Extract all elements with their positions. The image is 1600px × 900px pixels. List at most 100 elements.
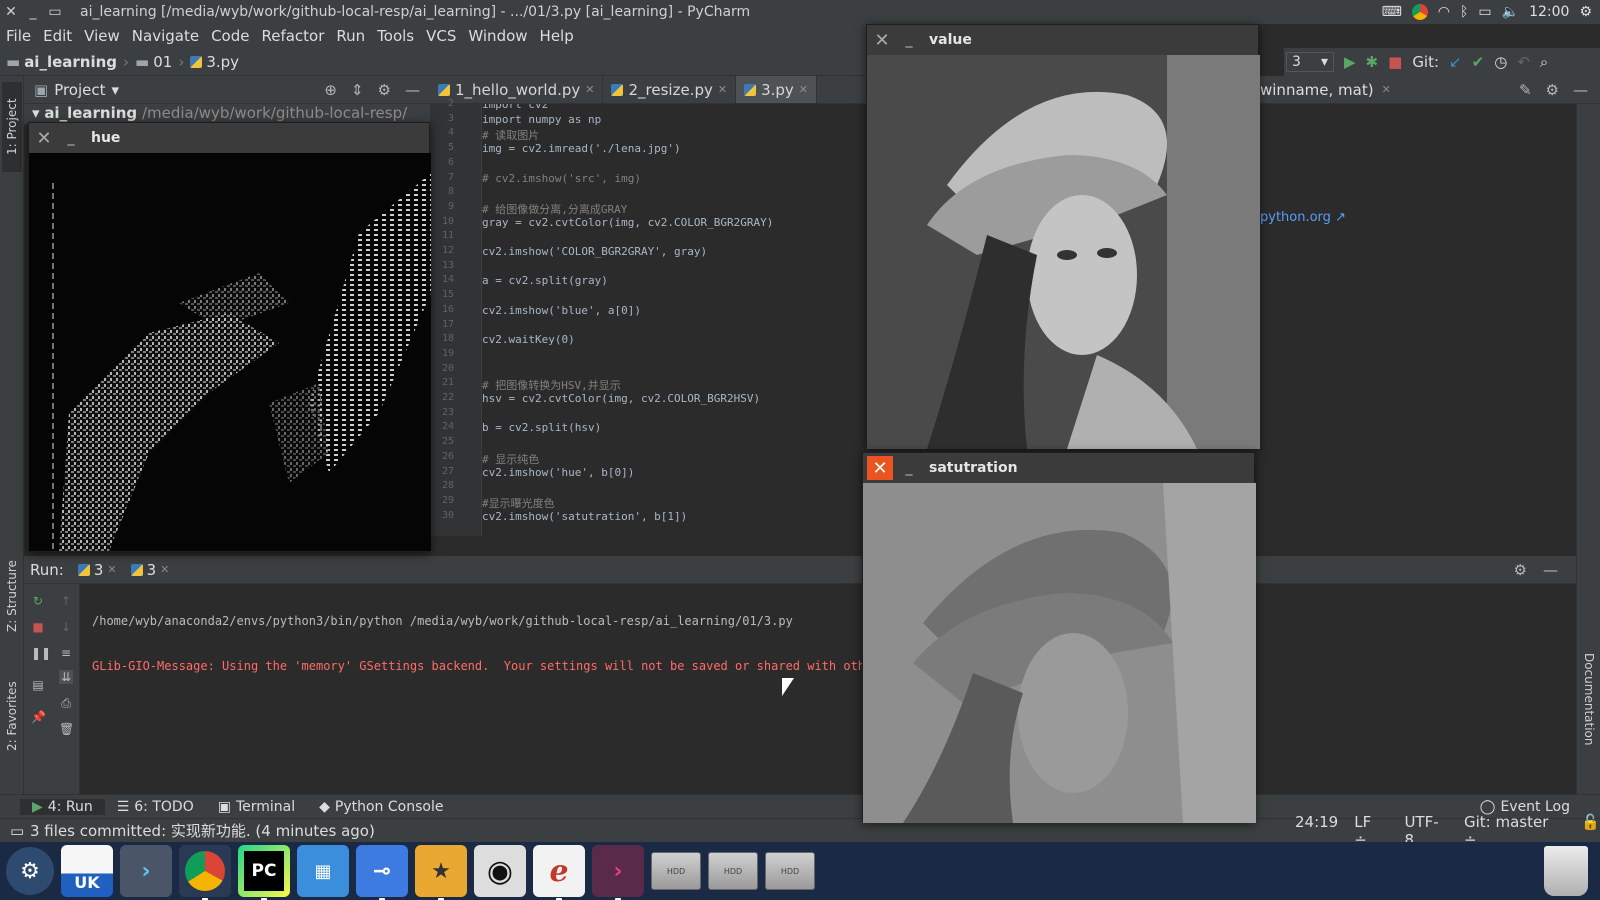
code-editor[interactable]: import cv2 import numpy as np # 读取图片 img = … <box>482 104 885 536</box>
tab-3[interactable]: 3.py ✕ <box>736 76 818 103</box>
code-line[interactable]: gray = cv2.cvtColor(img, cv2.COLOR_BGR2G… <box>482 216 773 229</box>
close-icon[interactable]: ✕ <box>867 456 893 480</box>
code-line[interactable]: #显示曝光度色 <box>482 495 555 511</box>
hue-image-window[interactable]: ✕ _ hue <box>28 122 431 552</box>
menu-file[interactable]: File <box>0 27 37 45</box>
menu-run[interactable]: Run <box>330 27 371 45</box>
ukui-store-icon[interactable]: UK <box>61 845 113 897</box>
rerun-icon[interactable]: ↻ <box>31 594 45 608</box>
stop-icon[interactable]: ■ <box>31 620 45 634</box>
tool-tab-todo[interactable]: ☰ 6: TODO <box>105 799 206 815</box>
close-icon[interactable]: ✕ <box>107 563 116 576</box>
maximize-icon[interactable]: ▭ <box>44 4 66 20</box>
clock[interactable]: 12:00 <box>1529 4 1569 20</box>
keyboard-icon[interactable]: ⌨ <box>1382 4 1402 20</box>
chrome-tray-icon[interactable] <box>1411 4 1428 20</box>
code-line[interactable]: import cv2 <box>482 104 548 111</box>
edit-icon[interactable]: ✎ <box>1519 81 1532 99</box>
menu-code[interactable]: Code <box>205 27 255 45</box>
code-line[interactable]: cv2.imshow('blue', a[0]) <box>482 304 641 317</box>
gear-icon[interactable]: ⚙ <box>1514 561 1527 579</box>
camera-icon[interactable]: ◉ <box>474 845 526 897</box>
stop-icon[interactable]: ■ <box>1388 53 1402 71</box>
menu-help[interactable]: Help <box>534 27 580 45</box>
layout-icon[interactable]: ▤ <box>31 678 45 692</box>
tool-tab-python-console[interactable]: ◆ Python Console <box>307 799 455 815</box>
run-icon[interactable]: ▶ <box>1344 53 1356 71</box>
side-tab-documentation[interactable]: Documentation <box>1579 634 1599 764</box>
menu-vcs[interactable]: VCS <box>420 27 462 45</box>
password-icon[interactable]: ⊸ <box>356 845 408 900</box>
menu-edit[interactable]: Edit <box>37 27 78 45</box>
status-message[interactable]: 3 files committed: 实现新功能. (4 minutes ago… <box>0 820 375 841</box>
code-line[interactable]: cv2.imshow('hue', b[0]) <box>482 466 634 479</box>
minimize-icon[interactable]: _ <box>22 4 44 20</box>
close-icon[interactable]: ✕ <box>29 123 59 153</box>
collapse-icon[interactable]: ⇕ <box>351 81 364 99</box>
menu-refactor[interactable]: Refactor <box>255 27 330 45</box>
code-line[interactable]: img = cv2.imread('./lena.jpg') <box>482 142 681 155</box>
terminal-icon[interactable]: › <box>592 845 644 900</box>
tool-tab-run[interactable]: ▶ 4: Run <box>20 798 105 815</box>
debug-icon[interactable]: ✱ <box>1366 53 1379 71</box>
pause-icon[interactable]: ❚❚ <box>31 646 51 660</box>
print-icon[interactable]: ⎙ <box>59 696 73 710</box>
run-tab[interactable]: 3 ✕ <box>130 561 169 579</box>
hide-icon[interactable]: — <box>1543 561 1558 579</box>
remote-desktop-icon[interactable]: › <box>120 845 172 897</box>
drive-icon[interactable]: HDD <box>708 852 758 890</box>
battery-icon[interactable]: ▭ <box>1478 4 1491 20</box>
close-icon[interactable]: ✕ <box>0 4 22 20</box>
code-line[interactable]: a = cv2.split(gray) <box>482 274 608 287</box>
close-icon[interactable]: ✕ <box>718 83 727 96</box>
vcs-update-icon[interactable]: ↙ <box>1449 53 1462 71</box>
code-line[interactable]: # 把图像转换为HSV,并显示 <box>482 377 621 393</box>
arrow-down-icon[interactable]: ↓ <box>59 620 73 634</box>
hide-icon[interactable]: — <box>405 81 420 99</box>
trash-icon[interactable]: 🗑 <box>59 722 74 736</box>
menu-tools[interactable]: Tools <box>371 27 420 45</box>
tab-1-hello-world[interactable]: 1_hello_world.py ✕ <box>430 76 604 103</box>
code-line[interactable]: b = cv2.split(hsv) <box>482 421 601 434</box>
tool-tab-terminal[interactable]: ▣ Terminal <box>206 799 307 815</box>
stellarium-icon[interactable]: ★ <box>415 845 467 900</box>
side-tab-structure[interactable]: Z: Structure <box>2 546 22 646</box>
text-editor-icon[interactable]: e <box>533 845 585 900</box>
drive-icon[interactable]: HDD <box>765 852 815 890</box>
menu-window[interactable]: Window <box>462 27 533 45</box>
side-tab-favorites[interactable]: 2: Favorites <box>2 666 22 766</box>
breadcrumb-project[interactable]: ▬ ai_learning <box>0 53 123 71</box>
image-window-header[interactable]: ✕ _ value <box>867 25 1258 55</box>
code-line[interactable]: cv2.imshow('satutration', b[1]) <box>482 510 687 523</box>
tab-2-resize[interactable]: 2_resize.py ✕ <box>603 76 737 103</box>
arrow-up-icon[interactable]: ↑ <box>59 594 73 608</box>
hide-icon[interactable]: — <box>1573 81 1588 99</box>
breadcrumb-folder[interactable]: ▬ 01 <box>129 53 178 71</box>
gear-icon[interactable]: ⚙ <box>378 81 391 99</box>
close-icon[interactable]: ✕ <box>1382 83 1391 96</box>
volume-icon[interactable]: 🔈 <box>1502 4 1519 20</box>
code-line[interactable]: import numpy as np <box>482 113 601 126</box>
menu-view[interactable]: View <box>78 27 126 45</box>
locate-icon[interactable]: ⊕ <box>324 81 337 99</box>
gear-icon[interactable]: ⚙ <box>1546 81 1559 99</box>
status-window-icon[interactable]: ▭ <box>10 822 24 840</box>
value-image-window[interactable]: ✕ _ value <box>866 24 1260 449</box>
history-icon[interactable]: ◷ <box>1494 53 1507 71</box>
file-manager-icon[interactable]: ▦ <box>297 845 349 897</box>
saturation-image-window[interactable]: ✕ _ satutration <box>862 452 1256 823</box>
bluetooth-icon[interactable]: ᛒ <box>1460 4 1468 20</box>
breadcrumb-file[interactable]: 3.py <box>184 53 245 71</box>
code-line[interactable]: # cv2.imshow('src', img) <box>482 172 641 185</box>
image-window-header[interactable]: ✕ _ hue <box>29 123 429 153</box>
code-line[interactable]: # 显示纯色 <box>482 451 539 467</box>
drive-icon[interactable]: HDD <box>651 852 701 890</box>
settings-gear-icon[interactable]: ⚙ <box>1579 4 1592 20</box>
close-icon[interactable]: ✕ <box>585 83 594 96</box>
code-line[interactable]: cv2.imshow('COLOR_BGR2GRAY', gray) <box>482 245 707 258</box>
scroll-to-end-icon[interactable]: ⇊ <box>59 670 73 684</box>
image-window-header[interactable]: ✕ _ satutration <box>863 453 1254 483</box>
close-icon[interactable]: ✕ <box>799 83 808 96</box>
python-org-link[interactable]: python.org ↗ <box>1260 210 1346 225</box>
chrome-icon[interactable] <box>179 845 231 900</box>
